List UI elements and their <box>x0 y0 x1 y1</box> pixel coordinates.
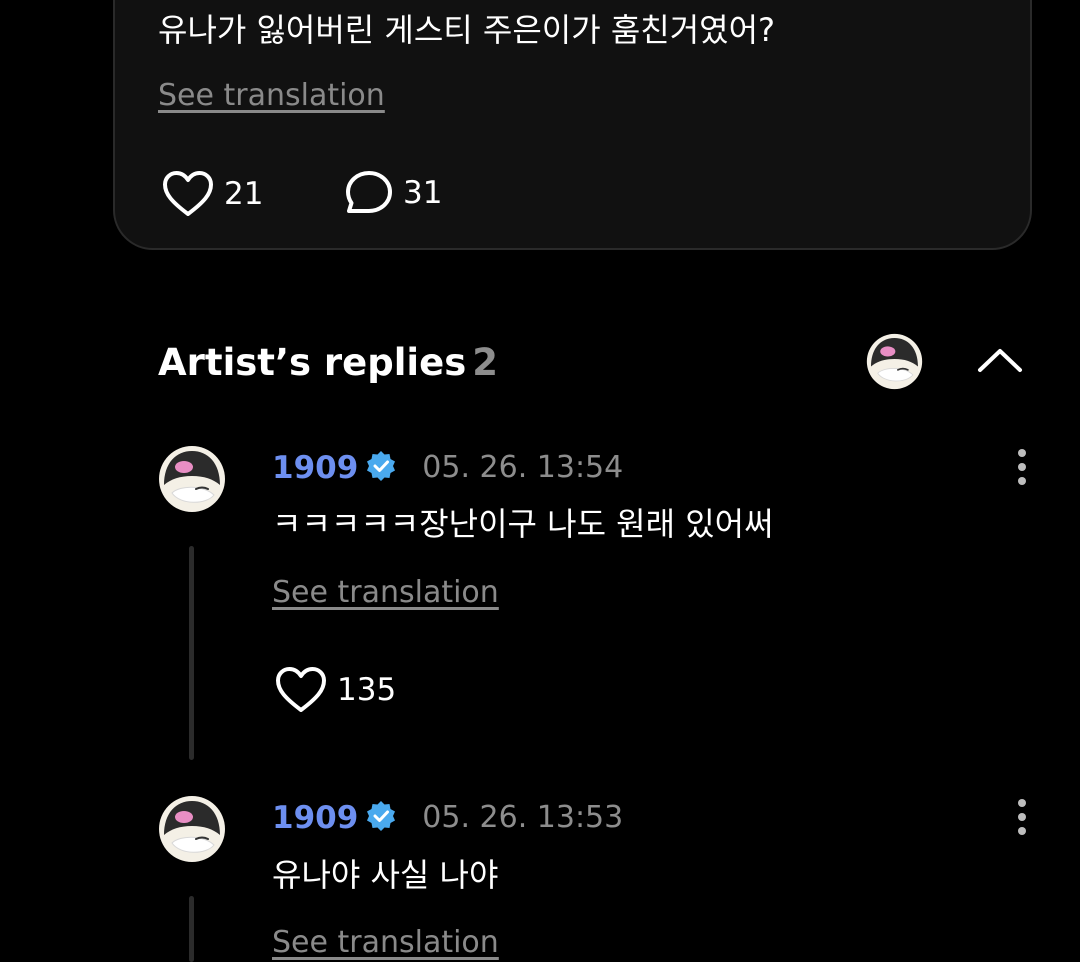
heart-outline-icon <box>275 666 327 714</box>
reply-like-button[interactable]: 135 <box>275 666 396 714</box>
reply-like-count: 135 <box>337 672 397 708</box>
reply-more-options-button[interactable] <box>1008 447 1036 487</box>
artist-replies-title: Artist’s replies <box>158 341 467 384</box>
reply-more-options-button[interactable] <box>1008 797 1036 837</box>
vertical-ellipsis-icon <box>1008 799 1036 841</box>
post-comment-count: 31 <box>403 175 443 211</box>
artist-avatar[interactable] <box>866 333 923 390</box>
post-see-translation-link[interactable]: See translation <box>158 78 385 114</box>
collapse-replies-button[interactable] <box>975 340 1025 380</box>
reply-meta: 1909 05. 26. 13:53 <box>272 799 623 837</box>
reply-timestamp: 05. 26. 13:54 <box>422 450 624 485</box>
post-comment-button[interactable]: 31 <box>345 170 442 216</box>
reply-see-translation-link[interactable]: See translation <box>272 575 499 611</box>
verified-badge-icon <box>366 801 396 835</box>
artist-replies-count: 2 <box>472 341 498 384</box>
verified-badge-icon <box>366 451 396 485</box>
reply-author-name[interactable]: 1909 <box>272 449 358 487</box>
reply-timestamp: 05. 26. 13:53 <box>422 800 624 835</box>
reply-thread-line <box>189 546 194 760</box>
vertical-ellipsis-icon <box>1008 449 1036 491</box>
reply-text: ㅋㅋㅋㅋㅋ장난이구 나도 원래 있어써 <box>272 505 774 543</box>
reply-author-avatar[interactable] <box>158 445 226 513</box>
reply-thread-line <box>189 896 194 962</box>
reply-text: 유나야 사실 나야 <box>272 856 499 894</box>
chevron-up-icon <box>975 349 1025 384</box>
reply-see-translation-link[interactable]: See translation <box>272 925 499 961</box>
artist-replies-heading: Artist’s replies 2 <box>158 340 498 386</box>
reply-author-name[interactable]: 1909 <box>272 799 358 837</box>
heart-outline-icon <box>162 170 214 218</box>
reply-author-avatar[interactable] <box>158 795 226 863</box>
post-like-button[interactable]: 21 <box>162 170 263 218</box>
speech-bubble-icon <box>345 170 393 216</box>
post-text: 유나가 잃어버린 게스티 주은이가 훔친거였어? <box>158 11 776 49</box>
reply-meta: 1909 05. 26. 13:54 <box>272 449 623 487</box>
post-like-count: 21 <box>224 176 264 212</box>
